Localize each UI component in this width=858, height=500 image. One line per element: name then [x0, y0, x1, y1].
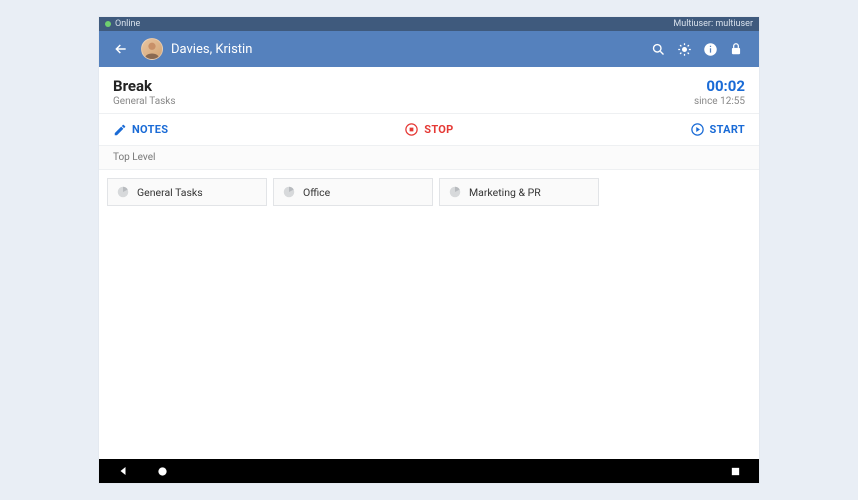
- status-bar: Online Multiuser: multiuser: [99, 17, 759, 31]
- nav-back-button[interactable]: [117, 465, 129, 477]
- multiuser-label: Multiuser: multiuser: [673, 19, 753, 29]
- username-label: Davies, Kristin: [171, 42, 252, 57]
- action-bar: NOTES STOP START: [99, 114, 759, 146]
- sun-icon: [677, 42, 692, 57]
- timer-since: since 12:55: [694, 96, 745, 107]
- system-navbar: [99, 459, 759, 483]
- category-cards: General Tasks Office Marketing & PR: [99, 170, 759, 214]
- app-header: Davies, Kristin: [99, 31, 759, 67]
- card-label: Marketing & PR: [469, 186, 541, 199]
- user-avatar[interactable]: [141, 38, 163, 60]
- square-recent-icon: [730, 466, 741, 477]
- stop-label: STOP: [424, 123, 453, 136]
- notes-button[interactable]: NOTES: [113, 123, 168, 137]
- card-label: General Tasks: [137, 186, 203, 199]
- brightness-button[interactable]: [671, 36, 697, 62]
- breadcrumb[interactable]: Top Level: [99, 146, 759, 170]
- notes-label: NOTES: [132, 123, 168, 136]
- start-label: START: [710, 123, 745, 136]
- lock-button[interactable]: [723, 36, 749, 62]
- card-label: Office: [303, 186, 330, 199]
- stop-icon: [404, 122, 419, 137]
- search-button[interactable]: [645, 36, 671, 62]
- arrow-left-icon: [113, 41, 129, 57]
- task-title: Break: [113, 77, 176, 95]
- pie-icon: [282, 185, 296, 199]
- triangle-back-icon: [117, 465, 129, 477]
- pie-icon: [116, 185, 130, 199]
- pencil-icon: [113, 123, 127, 137]
- lock-icon: [729, 42, 743, 56]
- category-card[interactable]: General Tasks: [107, 178, 267, 206]
- pie-icon: [448, 185, 462, 199]
- task-subtitle: General Tasks: [113, 96, 176, 107]
- play-icon: [690, 122, 705, 137]
- info-button[interactable]: [697, 36, 723, 62]
- app-window: Online Multiuser: multiuser Davies, Kris…: [99, 17, 759, 483]
- circle-home-icon: [157, 466, 168, 477]
- online-indicator-icon: [105, 21, 111, 27]
- avatar-image-icon: [142, 38, 162, 60]
- search-icon: [651, 42, 666, 57]
- task-header: Break General Tasks 00:02 since 12:55: [99, 67, 759, 114]
- category-card[interactable]: Office: [273, 178, 433, 206]
- category-card[interactable]: Marketing & PR: [439, 178, 599, 206]
- online-label: Online: [115, 19, 140, 29]
- nav-recent-button[interactable]: [730, 466, 741, 477]
- info-icon: [703, 42, 718, 57]
- stop-button[interactable]: STOP: [404, 122, 453, 137]
- nav-home-button[interactable]: [157, 466, 168, 477]
- start-button[interactable]: START: [690, 122, 745, 137]
- timer-value: 00:02: [694, 77, 745, 95]
- content-area: [99, 214, 759, 459]
- back-button[interactable]: [109, 37, 133, 61]
